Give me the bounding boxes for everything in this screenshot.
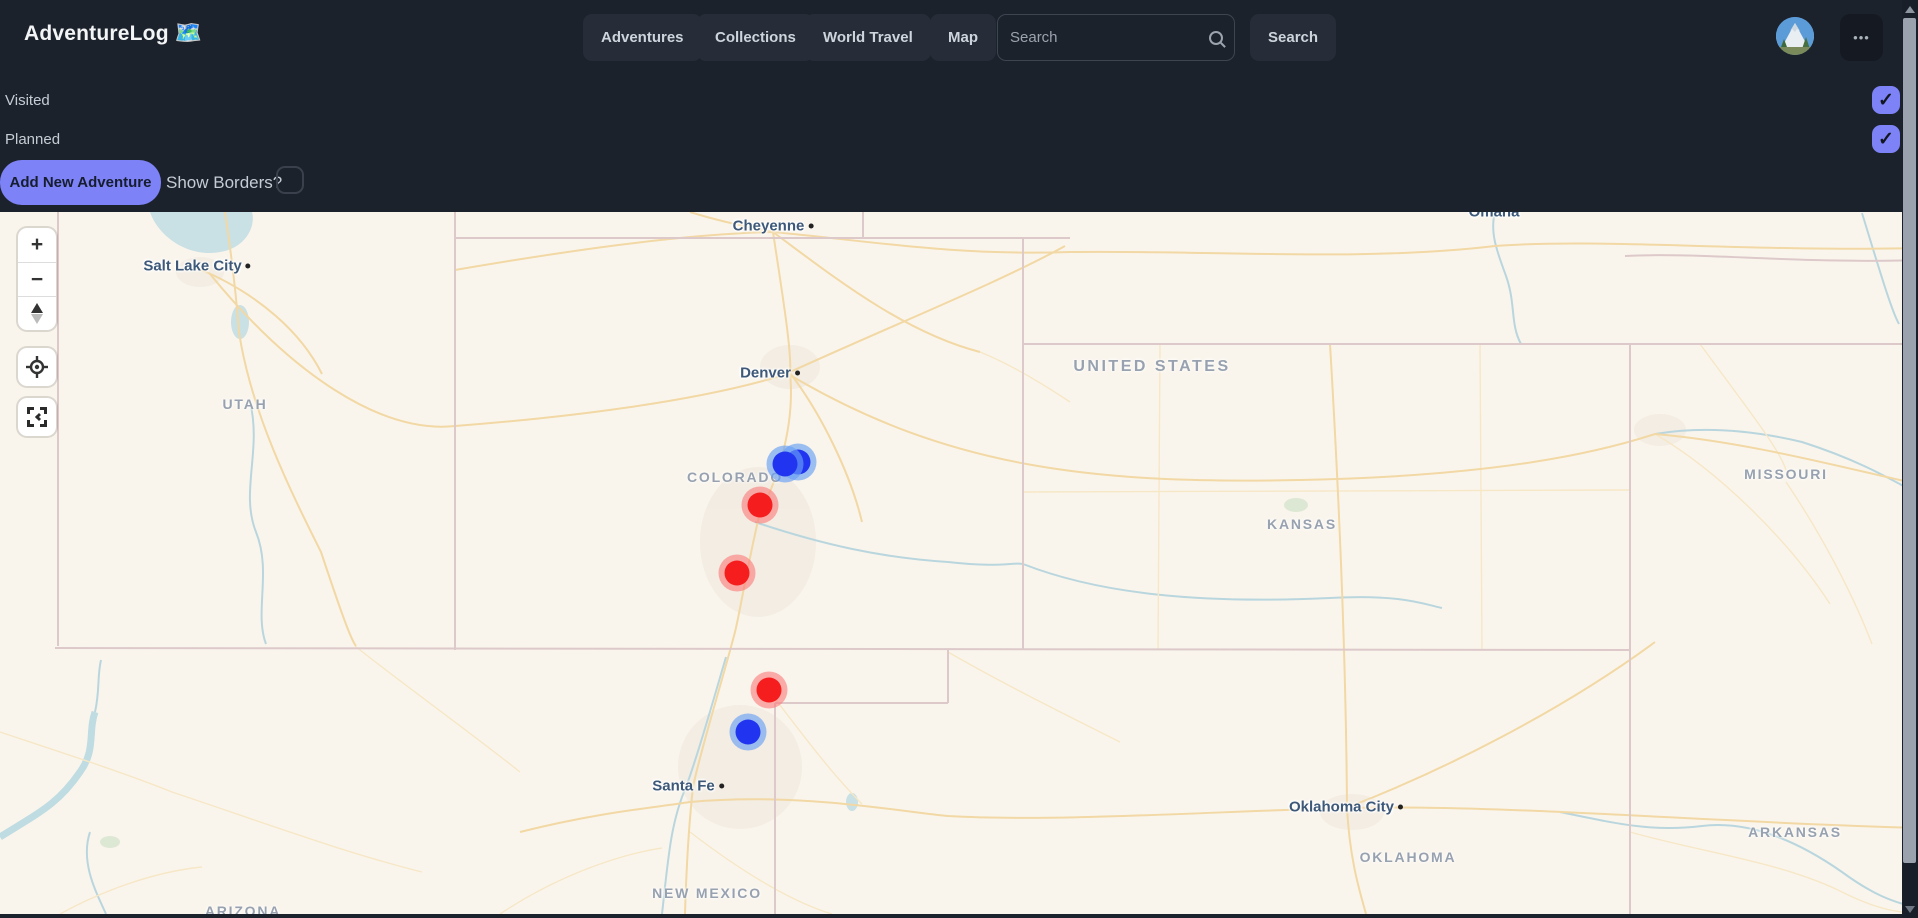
show-borders-label: Show Borders?: [166, 173, 282, 193]
search-button[interactable]: Search: [1250, 14, 1336, 61]
map-basemap-art: [0, 212, 1902, 914]
geolocate-icon: [26, 356, 48, 378]
check-icon: ✓: [1878, 128, 1894, 151]
map-marker-visited[interactable]: [748, 493, 773, 518]
map-marker-visited[interactable]: [725, 561, 750, 586]
region-label-utah: UTAH: [222, 396, 267, 412]
city-dot: [795, 371, 800, 376]
zoom-in-button[interactable]: +: [18, 228, 56, 262]
city-dot: [808, 224, 813, 229]
region-label-united-states: UNITED STATES: [1073, 358, 1230, 376]
region-label-oklahoma: OKLAHOMA: [1360, 849, 1457, 865]
navbar: AdventureLog 🗺️ Adventures Collections Wo…: [0, 0, 1918, 75]
region-label-arizona: ARIZONA: [205, 903, 281, 914]
city-label-salt-lake-city: Salt Lake City: [143, 258, 250, 275]
city-label-santa-fe: Santa Fe: [652, 778, 724, 795]
region-label-kansas: KANSAS: [1267, 516, 1337, 532]
nav-collections-button[interactable]: Collections: [697, 14, 814, 61]
add-new-adventure-button[interactable]: Add New Adventure: [0, 160, 161, 205]
nav-adventures-button[interactable]: Adventures: [583, 14, 702, 61]
user-avatar[interactable]: [1776, 17, 1814, 55]
zoom-out-button[interactable]: −: [18, 262, 56, 296]
visited-checkbox[interactable]: ✓: [1872, 86, 1900, 114]
world-map-icon: 🗺️: [175, 20, 203, 45]
city-dot: [246, 264, 251, 269]
scroll-up-icon[interactable]: [1905, 6, 1915, 13]
city-label-omaha: Omaha: [1469, 212, 1520, 221]
compass-icon: [31, 314, 43, 324]
city-dot: [719, 784, 724, 789]
fullscreen-icon: [26, 406, 48, 428]
search-input[interactable]: [1010, 29, 1209, 46]
city-label-cheyenne: Cheyenne: [733, 218, 814, 235]
check-icon: ✓: [1878, 89, 1894, 112]
visited-filter-label: Visited: [5, 92, 50, 109]
search-icon: [1209, 31, 1223, 45]
city-label-denver: Denver: [740, 365, 800, 382]
app-title: AdventureLog: [24, 22, 169, 45]
map-marker-visited[interactable]: [757, 678, 782, 703]
show-borders-checkbox[interactable]: [276, 166, 304, 194]
nav-map-button[interactable]: Map: [930, 14, 996, 61]
scrollbar-thumb[interactable]: [1903, 18, 1916, 863]
compass-icon: [31, 303, 43, 313]
map-marker-planned[interactable]: [736, 720, 761, 745]
city-label-oklahoma-city: Oklahoma City: [1289, 799, 1403, 816]
app-logo[interactable]: AdventureLog 🗺️: [24, 20, 202, 46]
scroll-down-icon[interactable]: [1905, 906, 1915, 913]
map-marker-planned[interactable]: [773, 452, 798, 477]
geolocate-button[interactable]: [18, 348, 56, 386]
mountain-scene-image: [1776, 17, 1814, 55]
region-label-colorado: COLORADO: [687, 469, 783, 485]
ellipsis-icon: •••: [1853, 30, 1870, 45]
page-scrollbar[interactable]: [1902, 0, 1918, 918]
map-canvas[interactable]: UTAH COLORADO UNITED STATES KANSAS MISSO…: [0, 212, 1902, 914]
planned-filter-label: Planned: [5, 131, 60, 148]
search-field-wrap: [997, 14, 1235, 61]
compass-reset-button[interactable]: [18, 296, 56, 330]
planned-checkbox[interactable]: ✓: [1872, 125, 1900, 153]
nav-world-travel-button[interactable]: World Travel: [805, 14, 931, 61]
region-label-missouri: MISSOURI: [1744, 466, 1828, 482]
region-label-new-mexico: NEW MEXICO: [652, 885, 762, 901]
zoom-control-group: + −: [18, 228, 56, 330]
region-label-arkansas: ARKANSAS: [1748, 824, 1842, 840]
city-dot: [1398, 805, 1403, 810]
overflow-menu-button[interactable]: •••: [1840, 14, 1883, 61]
fullscreen-button[interactable]: [18, 398, 56, 436]
